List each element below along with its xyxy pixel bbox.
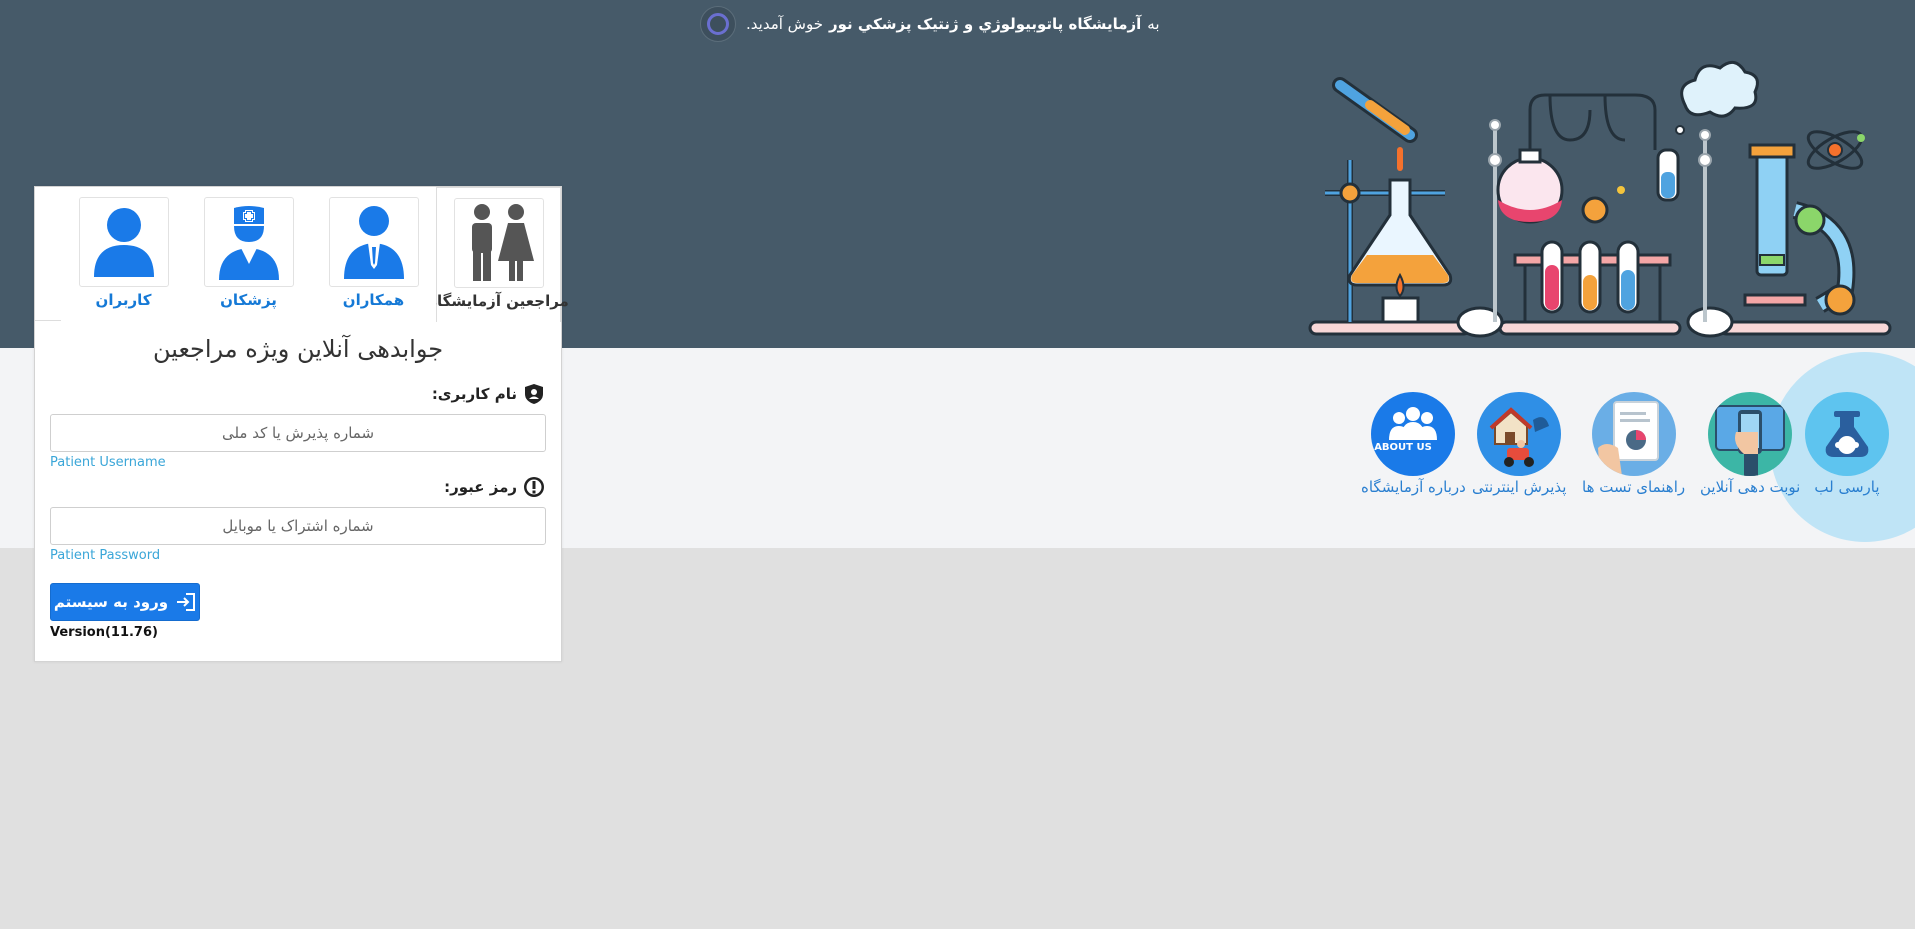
service-internet-admission[interactable]: پذیرش اینترنتی (1472, 392, 1566, 496)
tab-patients-tile (453, 198, 544, 288)
login-button-label: ورود به سیستم (53, 593, 169, 611)
sign-in-icon (177, 593, 196, 611)
tab-doctors[interactable]: پزشکان (186, 187, 311, 321)
tab-colleagues-tile (328, 197, 419, 287)
welcome-suffix: خوش آمدید. (746, 15, 823, 33)
service-online-appointment-label: نوبت دهی آنلاین (1700, 478, 1801, 496)
login-panel: مراجعین آزمایشگاه همکاران پزشکان کاربران… (34, 186, 569, 662)
tab-colleagues-label: همکاران (342, 291, 405, 309)
test-guide-icon (1591, 392, 1676, 476)
username-input[interactable] (50, 414, 546, 452)
tab-colleagues[interactable]: همکاران (311, 187, 436, 321)
tab-patients-label: مراجعین آزمایشگاه (428, 292, 569, 310)
online-appointment-icon (1708, 392, 1793, 476)
service-internet-admission-label: پذیرش اینترنتی (1472, 478, 1567, 496)
tab-doctors-label: پزشکان (220, 291, 277, 309)
about-us-icon (1371, 392, 1456, 476)
password-input[interactable] (50, 507, 546, 545)
welcome-prefix: به (1147, 15, 1160, 33)
username-label: نام کاربری: (432, 383, 545, 405)
service-about-us-label: درباره آزمایشگاه (1361, 478, 1466, 496)
tab-users[interactable]: کاربران (61, 187, 186, 321)
username-hint: Patient Username (50, 455, 166, 470)
password-hint: Patient Password (50, 548, 161, 563)
welcome-text: به آزمایشگاه پاتوبیولوژي و ژنتیک پزشکي ن… (746, 15, 1160, 33)
info-circle-icon (524, 477, 544, 497)
laboratory-illustration-icon (1308, 60, 1892, 338)
lab-logo-icon (700, 6, 736, 42)
password-label: رمز عبور: (444, 476, 545, 498)
parsilab-icon (1805, 392, 1889, 476)
patients-icon (471, 204, 534, 281)
login-button[interactable]: ورود به سیستم (50, 583, 200, 621)
version-text: Version(11.76) (50, 625, 158, 640)
service-parsilab-label: پارسی لب (1814, 478, 1880, 496)
doctor-icon (218, 206, 279, 280)
password-label-text: رمز عبور: (444, 478, 517, 496)
username-label-text: نام کاربری: (431, 385, 517, 403)
service-test-guide-label: راهنمای تست ها (1582, 478, 1686, 496)
internet-admission-icon (1477, 392, 1562, 476)
shield-user-icon (525, 384, 543, 404)
tab-doctors-tile (203, 197, 294, 287)
tab-users-label: کاربران (95, 291, 152, 309)
welcome-bar: به آزمایشگاه پاتوبیولوژي و ژنتیک پزشکي ن… (700, 6, 1200, 42)
tab-patients[interactable]: مراجعین آزمایشگاه (428, 187, 569, 322)
service-online-appointment[interactable]: نوبت دهی آنلاین (1700, 392, 1800, 496)
user-icon (93, 208, 154, 277)
role-tabs: مراجعین آزمایشگاه همکاران پزشکان کاربران (35, 187, 569, 322)
service-test-guide[interactable]: راهنمای تست ها (1582, 392, 1685, 496)
lab-name: آزمایشگاه پاتوبیولوژي و ژنتیک پزشکي نور (829, 15, 1142, 33)
service-parsilab[interactable]: پارسی لب (1805, 392, 1889, 496)
colleague-icon (343, 206, 404, 279)
form-title: جوابدهی آنلاین ویژه مراجعین (152, 335, 444, 363)
tab-users-tile (78, 197, 169, 287)
about-us-badge: ABOUT US (1374, 442, 1432, 453)
